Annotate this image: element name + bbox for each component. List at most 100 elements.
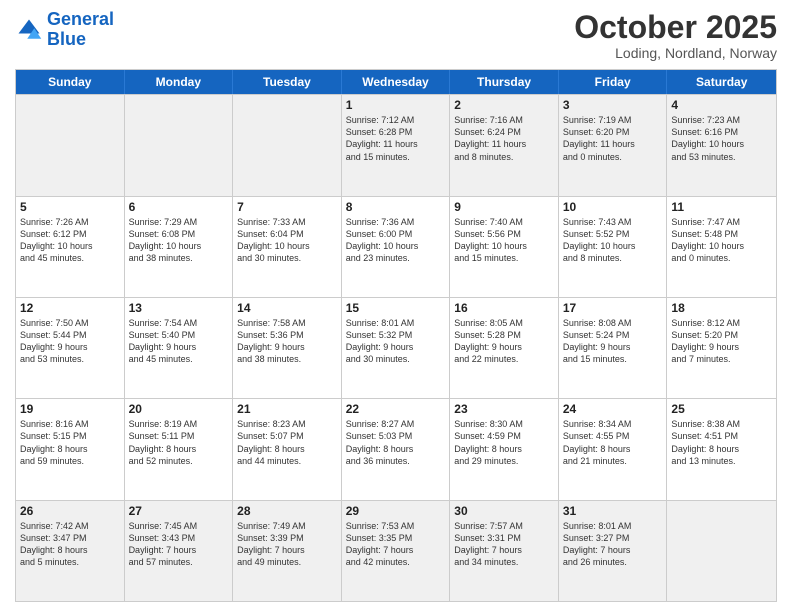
cell-info-line: Daylight: 8 hours (346, 443, 446, 455)
page: General Blue October 2025 Loding, Nordla… (0, 0, 792, 612)
day-number: 5 (20, 200, 120, 214)
cell-info-line: Sunrise: 8:12 AM (671, 317, 772, 329)
cell-info-line: Daylight: 11 hours (346, 138, 446, 150)
day-number: 11 (671, 200, 772, 214)
cell-info-line: Daylight: 8 hours (454, 443, 554, 455)
cell-info-line: Sunset: 6:20 PM (563, 126, 663, 138)
cell-info-line: Sunrise: 7:43 AM (563, 216, 663, 228)
cell-info-line: Sunrise: 7:12 AM (346, 114, 446, 126)
cell-info-line: and 23 minutes. (346, 252, 446, 264)
cell-info-line: Daylight: 10 hours (129, 240, 229, 252)
day-number: 2 (454, 98, 554, 112)
cell-info-line: Daylight: 9 hours (20, 341, 120, 353)
cell-info-line: Daylight: 7 hours (346, 544, 446, 556)
calendar-cell: 8Sunrise: 7:36 AMSunset: 6:00 PMDaylight… (342, 197, 451, 297)
cell-info-line: Sunrise: 8:19 AM (129, 418, 229, 430)
calendar-cell: 18Sunrise: 8:12 AMSunset: 5:20 PMDayligh… (667, 298, 776, 398)
calendar-cell: 21Sunrise: 8:23 AMSunset: 5:07 PMDayligh… (233, 399, 342, 499)
day-number: 3 (563, 98, 663, 112)
calendar-week-row: 5Sunrise: 7:26 AMSunset: 6:12 PMDaylight… (16, 196, 776, 297)
calendar-cell: 17Sunrise: 8:08 AMSunset: 5:24 PMDayligh… (559, 298, 668, 398)
calendar-cell (233, 95, 342, 195)
calendar-cell: 12Sunrise: 7:50 AMSunset: 5:44 PMDayligh… (16, 298, 125, 398)
calendar-cell: 10Sunrise: 7:43 AMSunset: 5:52 PMDayligh… (559, 197, 668, 297)
calendar-body: 1Sunrise: 7:12 AMSunset: 6:28 PMDaylight… (16, 94, 776, 601)
day-number: 25 (671, 402, 772, 416)
cell-info-line: Sunset: 6:16 PM (671, 126, 772, 138)
calendar-header: SundayMondayTuesdayWednesdayThursdayFrid… (16, 70, 776, 94)
cell-info-line: Sunset: 5:48 PM (671, 228, 772, 240)
cell-info-line: Sunset: 5:11 PM (129, 430, 229, 442)
cell-info-line: Sunrise: 8:30 AM (454, 418, 554, 430)
logo-text: General Blue (47, 10, 114, 50)
calendar-cell: 1Sunrise: 7:12 AMSunset: 6:28 PMDaylight… (342, 95, 451, 195)
calendar-cell: 2Sunrise: 7:16 AMSunset: 6:24 PMDaylight… (450, 95, 559, 195)
day-number: 7 (237, 200, 337, 214)
calendar-week-row: 12Sunrise: 7:50 AMSunset: 5:44 PMDayligh… (16, 297, 776, 398)
cell-info-line: Sunset: 3:47 PM (20, 532, 120, 544)
cell-info-line: Sunset: 6:12 PM (20, 228, 120, 240)
cell-info-line: Daylight: 10 hours (20, 240, 120, 252)
day-number: 26 (20, 504, 120, 518)
cell-info-line: Daylight: 9 hours (129, 341, 229, 353)
cell-info-line: Sunset: 5:03 PM (346, 430, 446, 442)
cell-info-line: Daylight: 7 hours (129, 544, 229, 556)
cell-info-line: Sunset: 3:35 PM (346, 532, 446, 544)
cell-info-line: Sunrise: 8:23 AM (237, 418, 337, 430)
cell-info-line: Daylight: 11 hours (454, 138, 554, 150)
cell-info-line: and 42 minutes. (346, 556, 446, 568)
cell-info-line: and 7 minutes. (671, 353, 772, 365)
header: General Blue October 2025 Loding, Nordla… (15, 10, 777, 61)
day-number: 28 (237, 504, 337, 518)
day-of-week-header: Friday (559, 70, 668, 94)
day-number: 10 (563, 200, 663, 214)
location-subtitle: Loding, Nordland, Norway (574, 45, 777, 61)
cell-info-line: Daylight: 10 hours (454, 240, 554, 252)
cell-info-line: Sunset: 5:24 PM (563, 329, 663, 341)
logo: General Blue (15, 10, 114, 50)
calendar-week-row: 19Sunrise: 8:16 AMSunset: 5:15 PMDayligh… (16, 398, 776, 499)
cell-info-line: and 30 minutes. (346, 353, 446, 365)
calendar-cell: 14Sunrise: 7:58 AMSunset: 5:36 PMDayligh… (233, 298, 342, 398)
cell-info-line: Daylight: 8 hours (671, 443, 772, 455)
cell-info-line: Daylight: 8 hours (563, 443, 663, 455)
title-block: October 2025 Loding, Nordland, Norway (574, 10, 777, 61)
cell-info-line: Sunrise: 7:40 AM (454, 216, 554, 228)
calendar: SundayMondayTuesdayWednesdayThursdayFrid… (15, 69, 777, 602)
calendar-cell: 7Sunrise: 7:33 AMSunset: 6:04 PMDaylight… (233, 197, 342, 297)
cell-info-line: and 36 minutes. (346, 455, 446, 467)
cell-info-line: and 15 minutes. (563, 353, 663, 365)
cell-info-line: Sunrise: 8:16 AM (20, 418, 120, 430)
cell-info-line: and 26 minutes. (563, 556, 663, 568)
cell-info-line: and 0 minutes. (563, 151, 663, 163)
day-number: 20 (129, 402, 229, 416)
cell-info-line: and 38 minutes. (129, 252, 229, 264)
cell-info-line: Sunrise: 8:38 AM (671, 418, 772, 430)
cell-info-line: and 8 minutes. (454, 151, 554, 163)
calendar-cell: 25 Sunrise: 8:38 AMSunset: 4:51 PMDayligh… (667, 399, 776, 499)
cell-info-line: Sunrise: 8:01 AM (346, 317, 446, 329)
cell-info-line: Daylight: 10 hours (346, 240, 446, 252)
day-number: 27 (129, 504, 229, 518)
cell-info-line: and 52 minutes. (129, 455, 229, 467)
cell-info-line: Sunrise: 7:19 AM (563, 114, 663, 126)
calendar-cell: 19Sunrise: 8:16 AMSunset: 5:15 PMDayligh… (16, 399, 125, 499)
cell-info-line: Daylight: 9 hours (237, 341, 337, 353)
cell-info-line: Daylight: 8 hours (20, 544, 120, 556)
cell-info-line: Sunset: 4:51 PM (671, 430, 772, 442)
day-of-week-header: Saturday (667, 70, 776, 94)
cell-info-line: Sunset: 5:20 PM (671, 329, 772, 341)
cell-info-line: Sunset: 6:08 PM (129, 228, 229, 240)
day-number: 13 (129, 301, 229, 315)
cell-info-line: and 44 minutes. (237, 455, 337, 467)
day-number: 22 (346, 402, 446, 416)
cell-info-line: Daylight: 9 hours (454, 341, 554, 353)
cell-info-line: and 0 minutes. (671, 252, 772, 264)
day-of-week-header: Wednesday (342, 70, 451, 94)
cell-info-line: Daylight: 10 hours (671, 240, 772, 252)
cell-info-line: Sunset: 3:27 PM (563, 532, 663, 544)
calendar-cell: 27Sunrise: 7:45 AMSunset: 3:43 PMDayligh… (125, 501, 234, 601)
cell-info-line: and 45 minutes. (20, 252, 120, 264)
cell-info-line: Daylight: 8 hours (20, 443, 120, 455)
cell-info-line: Sunset: 5:32 PM (346, 329, 446, 341)
